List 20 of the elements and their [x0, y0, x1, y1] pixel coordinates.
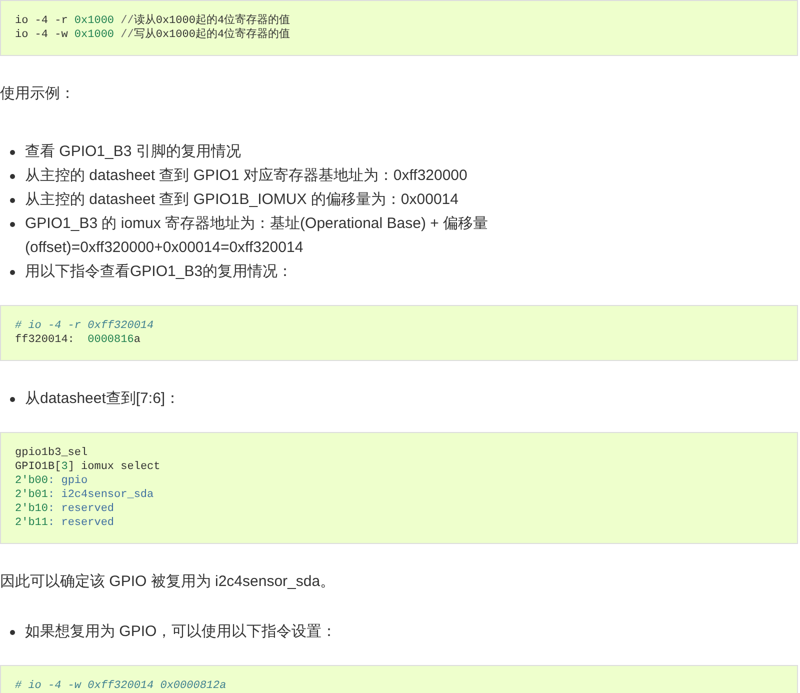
list-item-text: 从主控的 datasheet 查到 GPIO1B_IOMUX 的偏移量为：0x00014 — [25, 190, 458, 210]
list-item-text: GPIO1_B3 的 iomux 寄存器地址为：基址(Operational Base) + 偏移量(offset)=0xff320000+0x00014=0xff320014 — [25, 214, 490, 258]
bullet-icon — [10, 222, 15, 227]
code-block: # io -4 -r 0xff320014 ff320014: 0000816a — [0, 305, 798, 361]
code-block: gpio1b3_sel GPIO1B[3] iomux select 2'b00: gpio 2'b01: i2c4sensor_sda 2'b10: reserved 2'b11: reserved — [0, 432, 798, 544]
code-block: # io -4 -w 0xff320014 0x0000812a — [0, 665, 798, 693]
list-item-text: 如果想复用为 GPIO，可以使用以下指令设置： — [25, 622, 337, 642]
paragraph: 使用示例： — [0, 84, 76, 104]
bullet-icon — [10, 150, 15, 155]
bullet-icon — [10, 198, 15, 203]
bullet-icon — [10, 270, 15, 275]
bullet-icon — [10, 174, 15, 179]
code-block: io -4 -r 0x1000 //读从0x1000起的4位寄存器的值 io -4 -w 0x1000 //写从0x1000起的4位寄存器的值 — [0, 0, 798, 56]
list-item-text: 从主控的 datasheet 查到 GPIO1 对应寄存器基地址为：0xff320000 — [25, 166, 468, 186]
list-item-text: 查看 GPIO1_B3 引脚的复用情况 — [25, 142, 241, 162]
list-item-text: 用以下指令查看GPIO1_B3的复用情况： — [25, 262, 293, 282]
bullet-icon — [10, 397, 15, 402]
list-item-text: 从datasheet查到[7:6]： — [25, 389, 180, 409]
paragraph: 因此可以确定该 GPIO 被复用为 i2c4sensor_sda。 — [0, 572, 336, 592]
bullet-icon — [10, 630, 15, 635]
